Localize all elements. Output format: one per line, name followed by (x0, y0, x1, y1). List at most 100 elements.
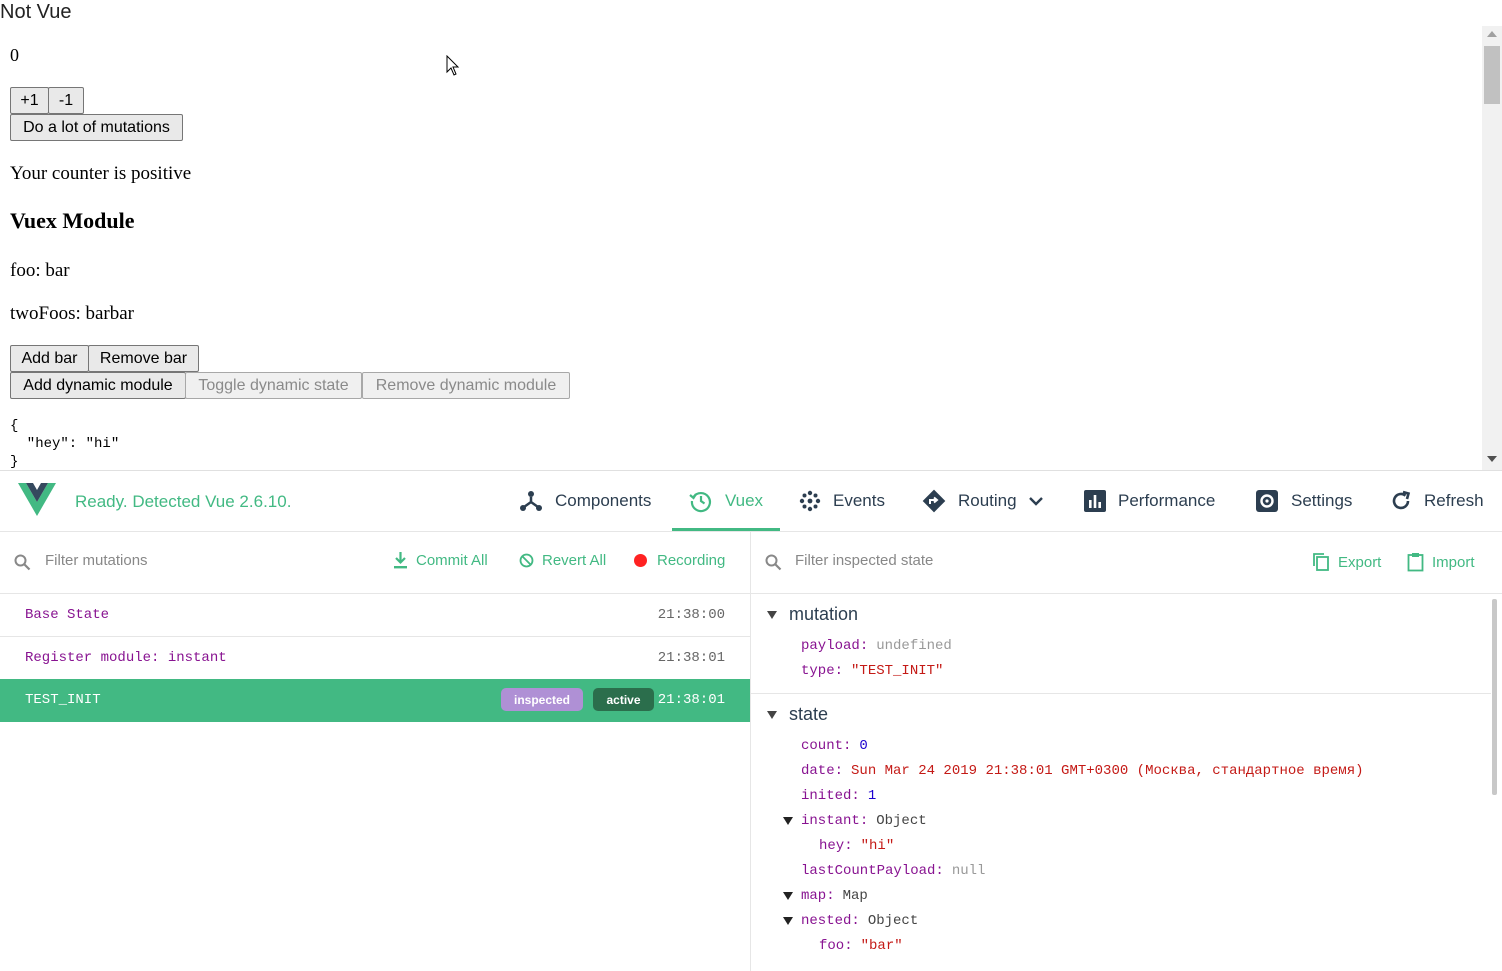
tab-label: Routing (958, 490, 1017, 510)
mutation-name: TEST_INIT (25, 692, 101, 708)
twofoos-text: twoFoos: barbar (10, 303, 135, 324)
revert-all-button[interactable]: Revert All (519, 552, 606, 569)
prop-value: 0 (859, 738, 868, 754)
state-section-header[interactable]: state (767, 704, 828, 725)
tab-settings[interactable]: Settings (1255, 471, 1352, 530)
state-toolbar: Filter inspected state Export Import (751, 531, 1502, 594)
prop-key: date (801, 763, 835, 779)
state-prop: inited: 1 (801, 788, 877, 804)
section-title: mutation (789, 604, 859, 624)
mutation-section-header[interactable]: mutation (767, 604, 858, 625)
routing-icon (922, 489, 946, 513)
tab-components[interactable]: Components (519, 471, 651, 530)
prop-key: instant (801, 813, 860, 829)
recording-toggle[interactable]: Recording (634, 552, 725, 569)
export-button[interactable]: Export (1312, 552, 1381, 572)
expand-triangle-icon[interactable] (783, 817, 793, 825)
state-scrollbar-thumb[interactable] (1492, 599, 1497, 795)
prop-value: 1 (867, 788, 877, 804)
expand-triangle-icon[interactable] (767, 710, 777, 719)
scroll-down-icon[interactable] (1487, 456, 1497, 462)
tab-events[interactable]: Events (799, 471, 885, 530)
section-title: state (789, 704, 829, 724)
counter-value: 0 (10, 45, 19, 65)
import-button[interactable]: Import (1407, 552, 1475, 572)
tab-vuex[interactable]: Vuex (672, 471, 780, 531)
add-bar-button[interactable]: Add bar (10, 345, 89, 372)
chevron-down-icon[interactable] (1028, 496, 1043, 506)
state-prop: type: "TEST_INIT" (801, 663, 944, 679)
prop-value: Object (876, 813, 927, 829)
state-prop: date: Sun Mar 24 2019 21:38:01 GMT+0300 … (801, 763, 1364, 779)
tab-label: Refresh (1424, 490, 1484, 510)
mutations-pane: Filter mutations Commit All Revert All R… (0, 531, 751, 971)
bar-chart-icon (1084, 489, 1106, 512)
copy-icon (1312, 552, 1330, 572)
do-lot-of-mutations-button[interactable]: Do a lot of mutations (10, 114, 183, 141)
inspected-badge[interactable]: inspected (501, 688, 583, 711)
counter-status-text: Your counter is positive (10, 163, 192, 184)
foo-text: foo: bar (10, 260, 70, 281)
tab-routing[interactable]: Routing (922, 471, 1043, 530)
prop-value: null (951, 863, 986, 879)
state-inspector-pane: Filter inspected state Export Import mut… (751, 531, 1502, 971)
gear-icon (1255, 489, 1279, 513)
tab-label: Vuex (724, 490, 764, 510)
vuex-module-heading: Vuex Module (10, 208, 135, 233)
prop-value: Sun Mar 24 2019 21:38:01 GMT+0300 (Москв… (851, 763, 1364, 779)
page-title: Not Vue (0, 1, 72, 23)
mutation-row-selected[interactable]: TEST_INIT inspected active 21:38:01 (0, 679, 750, 722)
remove-dynamic-module-button[interactable]: Remove dynamic module (362, 372, 570, 399)
search-icon (765, 554, 782, 576)
prop-key: count (801, 738, 844, 754)
commit-all-button[interactable]: Commit All (393, 552, 488, 569)
active-badge[interactable]: active (593, 688, 654, 711)
record-icon (634, 554, 647, 567)
prop-key: hey (819, 838, 845, 854)
mutation-row[interactable]: Base State 21:38:00 (0, 594, 750, 637)
download-icon (393, 552, 408, 569)
vue-logo-icon (18, 483, 56, 516)
mouse-cursor-icon (446, 55, 460, 76)
prop-key: type (801, 663, 835, 679)
expand-triangle-icon[interactable] (783, 917, 793, 925)
state-prop-expandable[interactable]: map: Map (783, 888, 868, 904)
block-icon (519, 553, 534, 568)
refresh-icon (1390, 490, 1412, 512)
scroll-up-icon[interactable] (1487, 31, 1497, 37)
state-prop: foo: "bar" (819, 938, 903, 954)
tab-performance[interactable]: Performance (1084, 471, 1215, 530)
mutation-time: 21:38:00 (657, 607, 725, 623)
search-icon (14, 554, 31, 576)
events-icon (799, 490, 821, 512)
toggle-dynamic-state-button[interactable]: Toggle dynamic state (185, 372, 362, 399)
prop-key: map (801, 888, 827, 904)
import-label: Import (1432, 553, 1475, 571)
filter-mutations-input[interactable]: Filter mutations (45, 552, 148, 569)
page-scrollbar[interactable] (1482, 26, 1502, 470)
commit-all-label: Commit All (416, 552, 488, 569)
prop-key: lastCountPayload (801, 863, 936, 879)
prop-key: foo (819, 938, 845, 954)
increment-button[interactable]: +1 (10, 87, 49, 114)
expand-triangle-icon[interactable] (783, 892, 793, 900)
prop-value: "bar" (860, 938, 903, 954)
mutation-section: mutation payload: undefined type: "TEST_… (751, 594, 1491, 694)
state-prop: lastCountPayload: null (801, 863, 986, 879)
tab-label: Components (555, 490, 652, 510)
expand-triangle-icon[interactable] (767, 610, 777, 619)
filter-state-input[interactable]: Filter inspected state (795, 552, 933, 569)
mutation-row[interactable]: Register module: instant 21:38:01 (0, 637, 750, 680)
state-prop-expandable[interactable]: instant: Object (783, 813, 927, 829)
scrollbar-thumb[interactable] (1484, 46, 1500, 104)
add-dynamic-module-button[interactable]: Add dynamic module (10, 372, 186, 399)
components-icon (519, 489, 543, 513)
tab-label: Settings (1291, 490, 1353, 510)
remove-bar-button[interactable]: Remove bar (88, 345, 199, 372)
state-prop-expandable[interactable]: nested: Object (783, 913, 918, 929)
recording-label: Recording (657, 552, 726, 569)
decrement-button[interactable]: -1 (48, 87, 84, 114)
prop-key: payload (801, 638, 860, 654)
refresh-button[interactable]: Refresh (1390, 471, 1484, 530)
app-page: Not Vue 0 +1 -1 Do a lot of mutations Yo… (0, 0, 1482, 470)
